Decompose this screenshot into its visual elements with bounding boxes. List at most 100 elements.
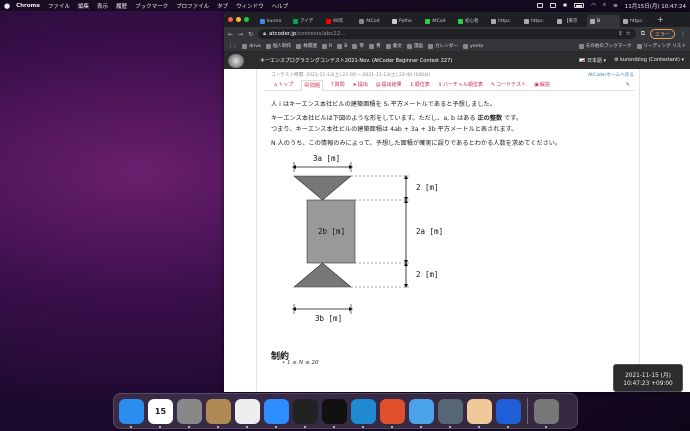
browser-tab[interactable]: 90年 <box>323 15 356 27</box>
contest-title[interactable]: キーエンスプログラミングコンテスト2021-Nov. (AtCoder Begi… <box>260 57 452 64</box>
tab-label: Pytho <box>399 18 412 24</box>
tab-favicon-icon <box>458 18 463 24</box>
back-icon[interactable]: ← <box>228 31 233 38</box>
menu-edit[interactable]: 編集 <box>78 2 89 10</box>
running-indicator <box>333 425 335 428</box>
bookmark-item[interactable]: R <box>322 43 333 49</box>
menu-bar-datetime[interactable]: 11月15日(月) 10:47:24 <box>625 2 686 10</box>
dock: 15 <box>113 393 578 429</box>
clock-widget[interactable]: 2021-11-15 (月) 10:47:23 +09:00 <box>613 364 683 392</box>
tab-favicon-icon <box>359 18 364 24</box>
bookmark-item[interactable]: yenta <box>462 43 483 49</box>
bookmark-item[interactable]: 漫画 <box>406 43 423 49</box>
bookmark-item[interactable]: B <box>337 43 347 49</box>
bookmark-item[interactable]: 株関連 <box>296 43 317 49</box>
tab-favicon-icon <box>293 18 298 24</box>
status-app-icon[interactable] <box>549 3 556 8</box>
docker-icon[interactable] <box>409 398 434 428</box>
bookmark-item[interactable]: 帝 <box>352 43 364 49</box>
kebab-menu-icon[interactable]: ⋮ <box>680 31 686 38</box>
browser-tab[interactable]: https: <box>620 15 653 27</box>
bookmark-item[interactable]: カレンダー <box>428 43 458 49</box>
bookmark-label: 青 <box>375 44 381 49</box>
search-icon[interactable]: ⌕ <box>603 2 606 9</box>
terminal-icon[interactable] <box>293 398 318 428</box>
preview-icon[interactable] <box>467 398 492 428</box>
profile-error-button[interactable]: エラー <box>649 29 675 39</box>
menu-profile[interactable]: プロファイル <box>176 2 209 10</box>
menu-bookmarks[interactable]: ブックマーク <box>135 2 168 10</box>
terminal-alt-icon[interactable] <box>322 398 347 428</box>
menu-tab[interactable]: タブ <box>217 2 228 10</box>
minimize-window-button[interactable] <box>236 17 241 22</box>
zoom-window-button[interactable] <box>244 17 249 22</box>
contacts-icon[interactable] <box>206 398 231 428</box>
bookmark-favicon-icon <box>352 43 358 49</box>
bookmark-favicon-icon <box>578 43 584 49</box>
browser-tab[interactable]: 【東京 <box>554 15 587 27</box>
browser-window: kuroro アイデ 90年 AtCod Pytho AtCod 初心者 https: http… <box>224 12 690 392</box>
browser-tab[interactable]: https: <box>488 15 521 27</box>
browser-tab[interactable]: 初心者 <box>455 15 488 27</box>
browser-tab[interactable]: https: <box>521 15 554 27</box>
browser-tab[interactable]: B <box>587 15 620 27</box>
atcoder-logo[interactable] <box>228 53 244 68</box>
browser-tab[interactable]: アイデ <box>290 15 323 27</box>
running-indicator <box>159 425 161 428</box>
apple-icon[interactable]: ● <box>4 2 10 10</box>
menu-help[interactable]: ヘルプ <box>272 2 289 10</box>
menu-view[interactable]: 表示 <box>97 2 108 10</box>
apps-grid-icon[interactable]: ⋮⋮ <box>228 44 237 49</box>
bookmark-item[interactable]: 書文 <box>385 43 402 49</box>
browser-tab[interactable]: kuroro <box>257 15 290 27</box>
japan-flag-icon <box>579 58 586 62</box>
control-center-icon[interactable]: ≡ <box>613 3 618 9</box>
quicktime-icon[interactable] <box>438 398 463 428</box>
trash-icon[interactable] <box>534 398 559 428</box>
language-selector[interactable]: 日本語 ▾ <box>579 57 606 64</box>
calendar-day: 15 <box>154 406 167 416</box>
wifi-icon[interactable]: ◠ <box>591 3 596 9</box>
calendar-icon[interactable]: 15 <box>148 398 173 428</box>
zoom-icon[interactable] <box>264 398 289 428</box>
bookmark-favicon-icon <box>322 43 328 49</box>
menu-history[interactable]: 履歴 <box>116 2 127 10</box>
battery-icon[interactable] <box>574 3 585 8</box>
bookmark-label: リーディング リスト <box>643 44 686 49</box>
bluetooth-icon[interactable]: ✱ <box>563 3 568 9</box>
infinity-app-icon[interactable] <box>496 398 521 428</box>
forward-icon[interactable]: → <box>238 31 243 38</box>
running-indicator <box>130 425 132 428</box>
finder-icon[interactable] <box>119 398 144 428</box>
browser-tab[interactable]: Pytho <box>389 15 422 27</box>
activity-monitor-icon[interactable] <box>380 398 405 428</box>
tab-favicon-icon <box>524 18 529 24</box>
bookmark-item[interactable]: その他のブックマーク <box>578 43 632 49</box>
user-menu[interactable]: ⚙ kurorobiog (Contestant) ▾ <box>614 57 684 64</box>
bookmark-star-icon[interactable]: ☆ <box>626 31 631 37</box>
tab-label: 【東京 <box>564 19 578 24</box>
menu-window[interactable]: ウィンドウ <box>236 2 264 10</box>
new-tab-button[interactable]: + <box>657 15 664 24</box>
chrome-icon[interactable] <box>235 398 260 428</box>
bookmark-item[interactable]: 個人制作 <box>265 43 291 49</box>
tab-label: B <box>597 18 601 24</box>
vscode-icon[interactable] <box>351 398 376 428</box>
status-app-icon[interactable] <box>536 3 543 8</box>
browser-tab[interactable]: AtCod <box>422 15 455 27</box>
browser-tab[interactable]: AtCod <box>356 15 389 27</box>
running-indicator <box>246 425 248 428</box>
menu-app-name[interactable]: Chrome <box>16 3 40 9</box>
bookmark-label: R <box>329 43 333 49</box>
bookmark-item[interactable]: 青 <box>368 43 381 49</box>
menu-file[interactable]: ファイル <box>48 2 70 10</box>
running-indicator <box>217 425 219 428</box>
share-icon[interactable]: ⇪ <box>618 31 623 37</box>
close-window-button[interactable] <box>228 17 233 22</box>
bookmark-item[interactable]: リーディング リスト <box>636 43 686 49</box>
reload-icon[interactable]: ↻ <box>248 31 253 38</box>
address-bar[interactable]: 🔒︎ atcoder.jp/contests/abc22... ⇪ ☆ <box>258 29 636 39</box>
system-preferences-icon[interactable] <box>177 398 202 428</box>
bookmark-item[interactable]: drive <box>242 43 261 49</box>
extensions-icon[interactable]: ⧉ <box>641 30 645 38</box>
